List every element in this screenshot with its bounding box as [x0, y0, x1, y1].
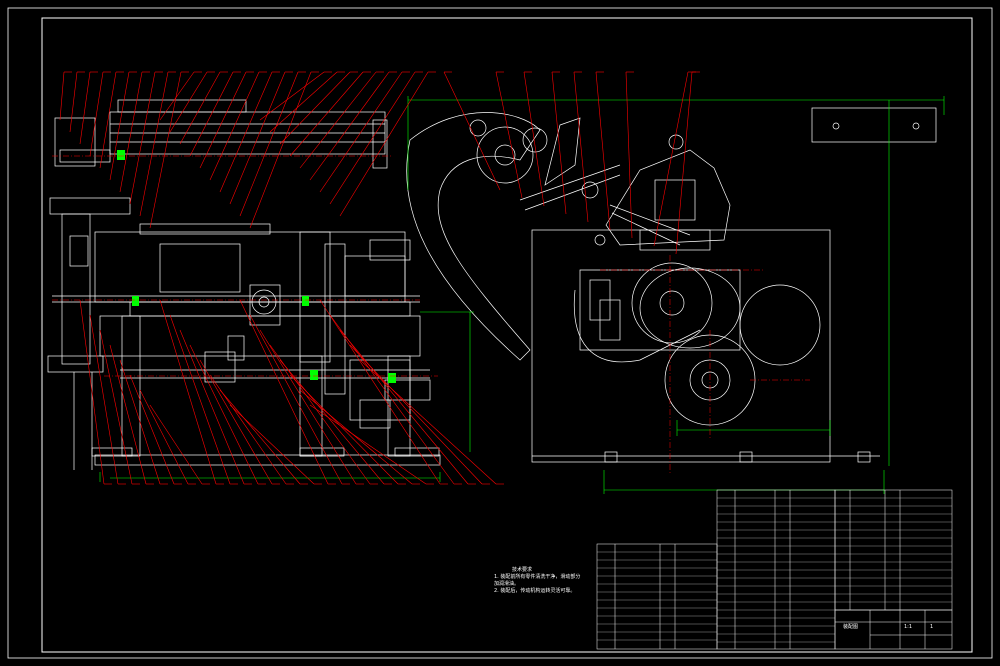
- leader-line: [349, 344, 483, 485]
- leader-line: [219, 71, 273, 193]
- leader-line: [239, 299, 329, 485]
- leader-line: [239, 71, 299, 217]
- dimension-lines: [99, 96, 945, 494]
- leader-line: [523, 71, 545, 207]
- leader-line: [109, 344, 147, 485]
- leader-line: [289, 374, 399, 485]
- leader-line: [79, 71, 91, 145]
- leader-line: [99, 71, 117, 169]
- leader-line: [199, 71, 247, 169]
- leader-line: [149, 71, 182, 229]
- leader-line: [89, 71, 104, 157]
- leader-line: [99, 329, 133, 485]
- sheet-label: 装配图: [843, 624, 859, 630]
- tech-req-line-2: 加润滑油。: [494, 581, 520, 587]
- leader-line: [89, 314, 119, 485]
- leader-line: [209, 71, 260, 181]
- leader-line: [259, 71, 325, 121]
- leader-line: [551, 71, 567, 215]
- leader-line: [595, 71, 611, 231]
- leader-line: [675, 71, 693, 255]
- cad-drawing-sheet: 技术要求 1. 装配前所有零件清洗干净，滑动部分 加润滑油。 2. 装配后，传动…: [0, 0, 1000, 666]
- front-section-view: [47, 99, 441, 470]
- leader-line: [339, 329, 469, 485]
- technical-requirements: 技术要求 1. 装配前所有零件清洗干净，滑动部分 加润滑油。 2. 装配后，传动…: [494, 567, 580, 595]
- leader-line: [159, 71, 195, 121]
- leader-line: [69, 71, 78, 133]
- leader-line: [169, 71, 208, 133]
- leader-line: [59, 71, 65, 121]
- leader-line: [229, 71, 286, 205]
- leader-line: [249, 71, 312, 229]
- leader-line: [339, 71, 429, 217]
- part-balloons: [59, 71, 700, 485]
- leader-line: [309, 71, 390, 181]
- leader-line: [219, 389, 301, 485]
- tech-req-line-3: 2. 装配后，传动机构运转灵活可靠。: [494, 588, 576, 594]
- outer-border: [7, 7, 993, 659]
- leader-line: [299, 71, 377, 169]
- leader-line: [229, 404, 315, 485]
- leader-line: [119, 71, 143, 193]
- leader-line: [129, 71, 156, 205]
- leader-line: [169, 314, 231, 485]
- leader-line: [443, 71, 501, 191]
- tech-req-line-1: 1. 装配前所有零件清洗干净，滑动部分: [494, 574, 581, 580]
- leader-line: [319, 299, 441, 485]
- leader-line: [259, 329, 357, 485]
- leader-line: [109, 71, 130, 181]
- leader-line: [495, 71, 523, 199]
- leader-line: [189, 344, 259, 485]
- tech-req-heading: 技术要求: [512, 567, 533, 573]
- leader-line: [139, 389, 189, 485]
- scale-label: 1:1: [904, 624, 913, 630]
- leader-line: [139, 71, 169, 217]
- leader-line: [329, 71, 416, 205]
- leader-line: [159, 299, 217, 485]
- leader-line: [269, 71, 338, 133]
- leader-line: [573, 71, 589, 223]
- leader-line: [625, 71, 633, 239]
- quantity-label: 1: [930, 624, 934, 630]
- leader-line: [289, 71, 364, 157]
- leader-line: [129, 374, 175, 485]
- parts-list-rows: [597, 497, 952, 643]
- leader-line: [249, 314, 343, 485]
- centerlines: [52, 155, 438, 377]
- leader-line: [309, 404, 427, 485]
